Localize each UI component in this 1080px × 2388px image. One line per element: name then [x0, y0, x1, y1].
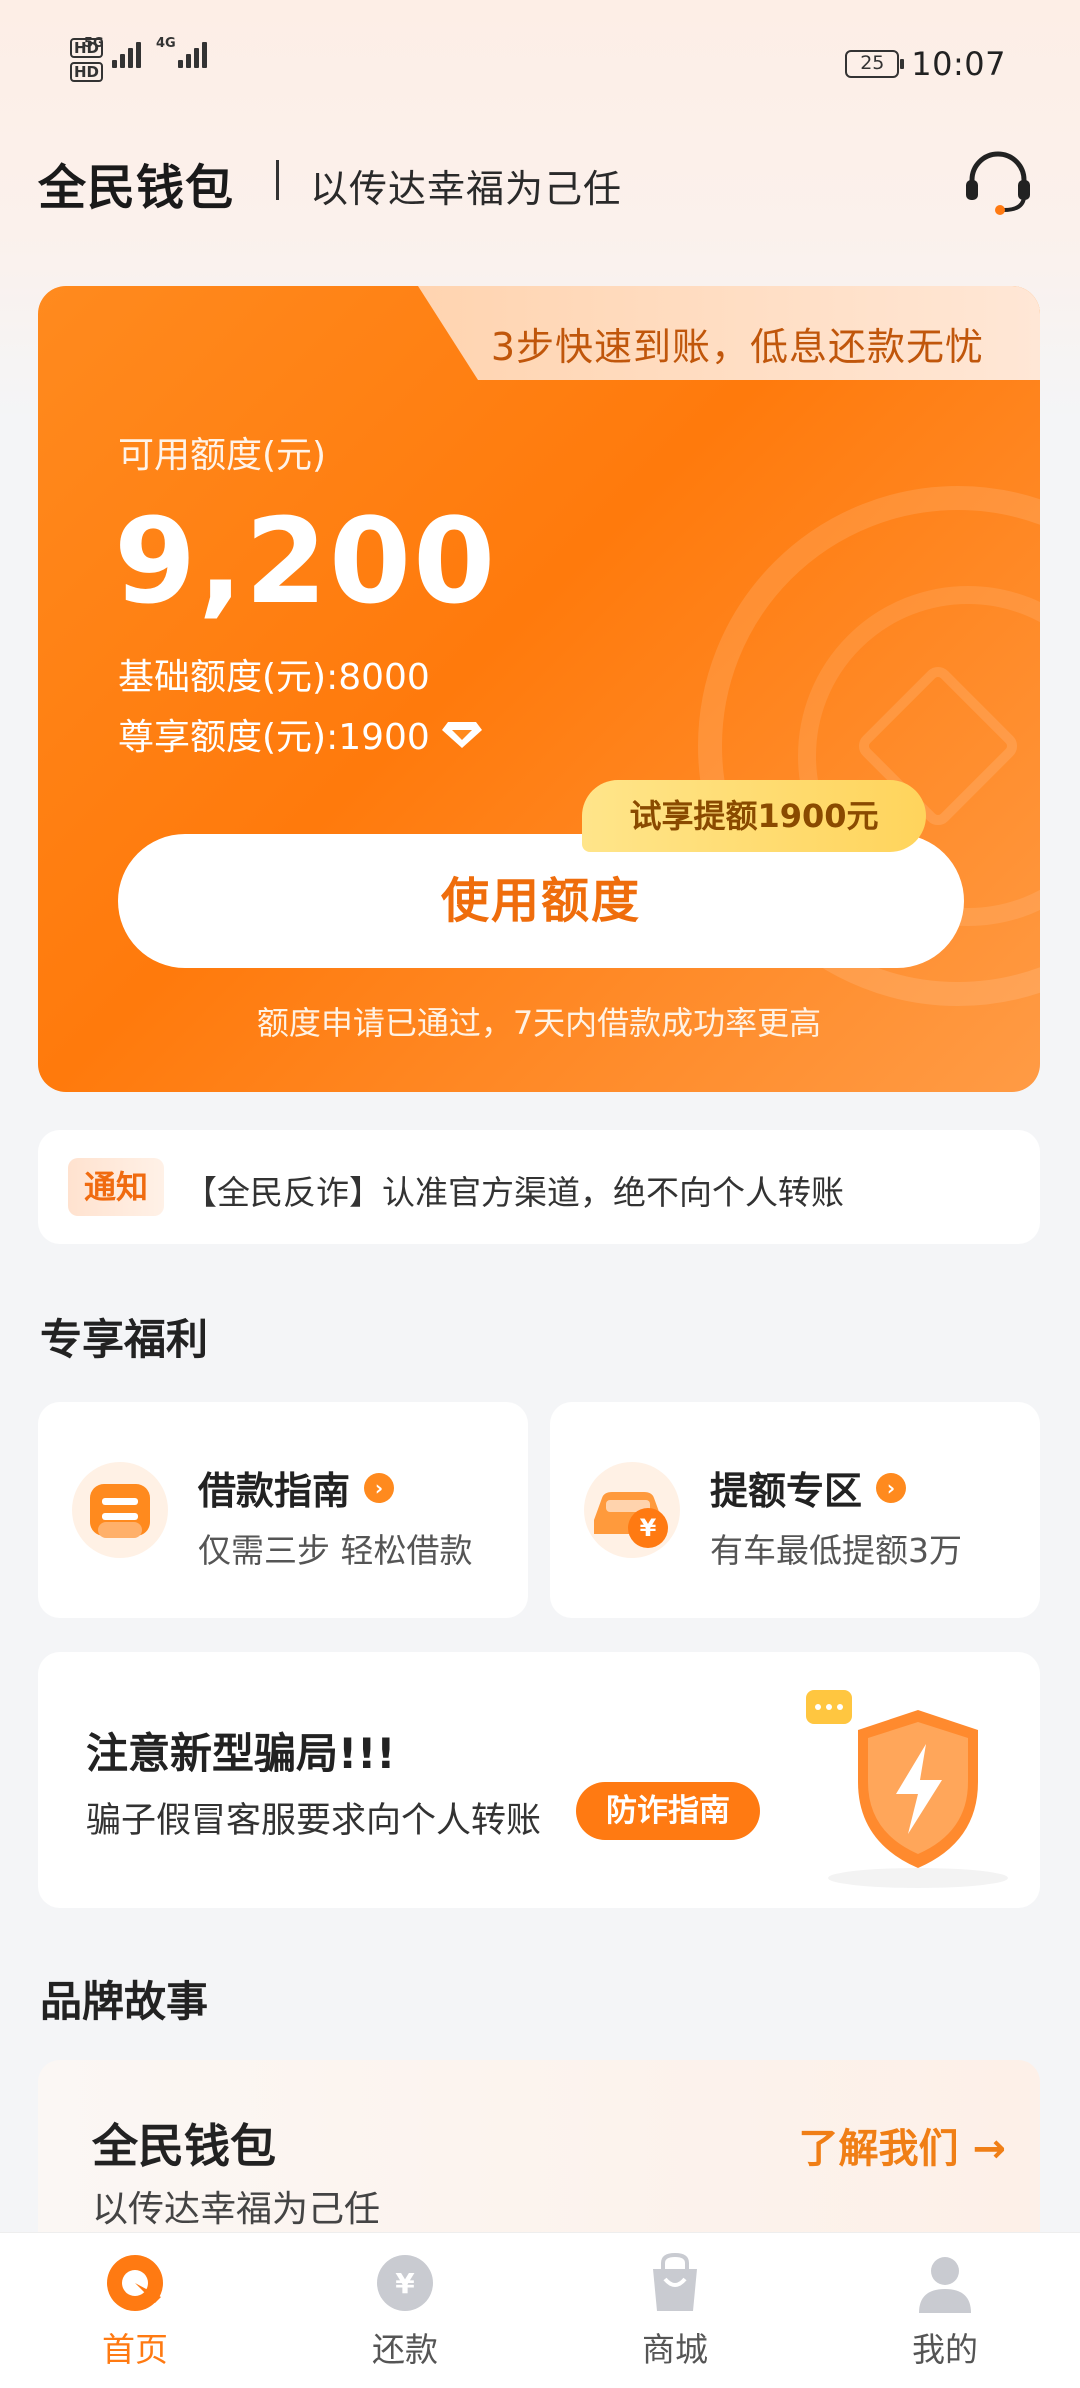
tab-home[interactable]: 首页: [0, 2253, 270, 2383]
signal-icon-1: [112, 38, 152, 68]
notice-tag: 通知: [68, 1158, 164, 1216]
welfare-title-text: 提额专区: [710, 1469, 863, 1513]
tab-label: 还款: [372, 2330, 438, 2369]
story-title: 全民钱包: [92, 2119, 276, 2173]
status-bar-signals: HD HD 5G 4G: [70, 36, 250, 88]
tab-repay[interactable]: ¥ 还款: [270, 2253, 540, 2383]
credit-card: 3步快速到账，低息还款无忧 可用额度(元) 9,200 基础额度(元):8000…: [38, 286, 1040, 1092]
welfare-card-limit-zone[interactable]: ¥ 提额专区 › 有车最低提额3万: [550, 1402, 1040, 1618]
header-divider: [276, 160, 279, 200]
guide-icon: [68, 1458, 172, 1562]
welfare-title: 提额专区 ›: [710, 1460, 907, 1515]
diamond-icon: [441, 722, 482, 748]
network-label-1: 5G: [84, 36, 104, 51]
shield-lightning-icon: [778, 1682, 1018, 1892]
brand-slogan: 以传达幸福为己任: [310, 167, 623, 211]
chevron-right-icon: ›: [364, 1472, 395, 1503]
story-subtitle: 以传达幸福为己任: [92, 2189, 381, 2230]
vip-limit-text: 尊享额度(元):1900: [118, 717, 430, 758]
home-icon: [105, 2253, 165, 2313]
svg-text:¥: ¥: [640, 1514, 657, 1542]
notice-text: 【全民反诈】认准官方渠道，绝不向个人转账: [184, 1173, 844, 1212]
about-us-link[interactable]: 了解我们 →: [799, 2116, 1006, 2174]
network-label-2: 4G: [156, 36, 176, 51]
fraud-warning-card: 注意新型骗局!!! 骗子假冒客服要求向个人转账 防诈指南: [38, 1652, 1040, 1908]
anti-fraud-guide-button[interactable]: 防诈指南: [576, 1782, 760, 1840]
headset-icon[interactable]: [962, 150, 1034, 216]
yuan-coin-icon: ¥: [375, 2253, 435, 2313]
tab-mall[interactable]: 商城: [540, 2252, 810, 2383]
vip-limit: 尊享额度(元):1900: [118, 708, 482, 760]
svg-text:¥: ¥: [395, 2267, 415, 2300]
bottom-tab-bar: 首页 ¥ 还款 商城 我的: [0, 2232, 1080, 2388]
fraud-subtitle: 骗子假冒客服要求向个人转账: [86, 1801, 542, 1841]
welfare-section-title: 专享福利: [40, 1315, 209, 1364]
signal-icon-2: [178, 38, 218, 68]
welfare-subtitle: 仅需三步 轻松借款: [198, 1531, 473, 1570]
brand-story-section-title: 品牌故事: [40, 1977, 209, 2026]
chevron-right-icon: ›: [876, 1472, 907, 1503]
user-icon: [915, 2253, 975, 2313]
tab-label: 商城: [642, 2330, 708, 2369]
available-limit-label: 可用额度(元): [118, 435, 327, 476]
welfare-subtitle: 有车最低提额3万: [710, 1531, 962, 1570]
notice-bar[interactable]: 通知 【全民反诈】认准官方渠道，绝不向个人转账: [38, 1130, 1040, 1244]
hd-badge-2: HD: [70, 62, 104, 82]
brand-story-card: 全民钱包 以传达幸福为己任 了解我们 →: [38, 2060, 1040, 2260]
brand-name: 全民钱包: [38, 160, 235, 216]
status-bar-right: 25 10:07: [845, 44, 1006, 84]
fraud-title: 注意新型骗局!!!: [86, 1729, 396, 1778]
welfare-title-text: 借款指南: [198, 1469, 351, 1513]
car-coin-icon: ¥: [580, 1458, 684, 1562]
card-promo-text: 3步快速到账，低息还款无忧: [490, 325, 984, 369]
tab-mine[interactable]: 我的: [810, 2253, 1080, 2383]
tab-label: 我的: [912, 2330, 978, 2369]
available-limit-value: 9,200: [114, 492, 498, 630]
welfare-card-loan-guide[interactable]: 借款指南 › 仅需三步 轻松借款: [38, 1402, 528, 1618]
trial-increase-tag: 试享提额1900元: [582, 780, 926, 852]
use-limit-button[interactable]: 使用额度: [118, 834, 964, 968]
battery-icon: 25: [845, 50, 905, 78]
status-clock: 10:07: [911, 45, 1006, 83]
welfare-title: 借款指南 ›: [198, 1460, 395, 1515]
approved-hint: 额度申请已通过，7天内借款成功率更高: [256, 1004, 822, 1042]
base-limit: 基础额度(元):8000: [118, 657, 430, 698]
shopping-bag-icon: [645, 2252, 705, 2313]
tab-label: 首页: [102, 2330, 168, 2369]
